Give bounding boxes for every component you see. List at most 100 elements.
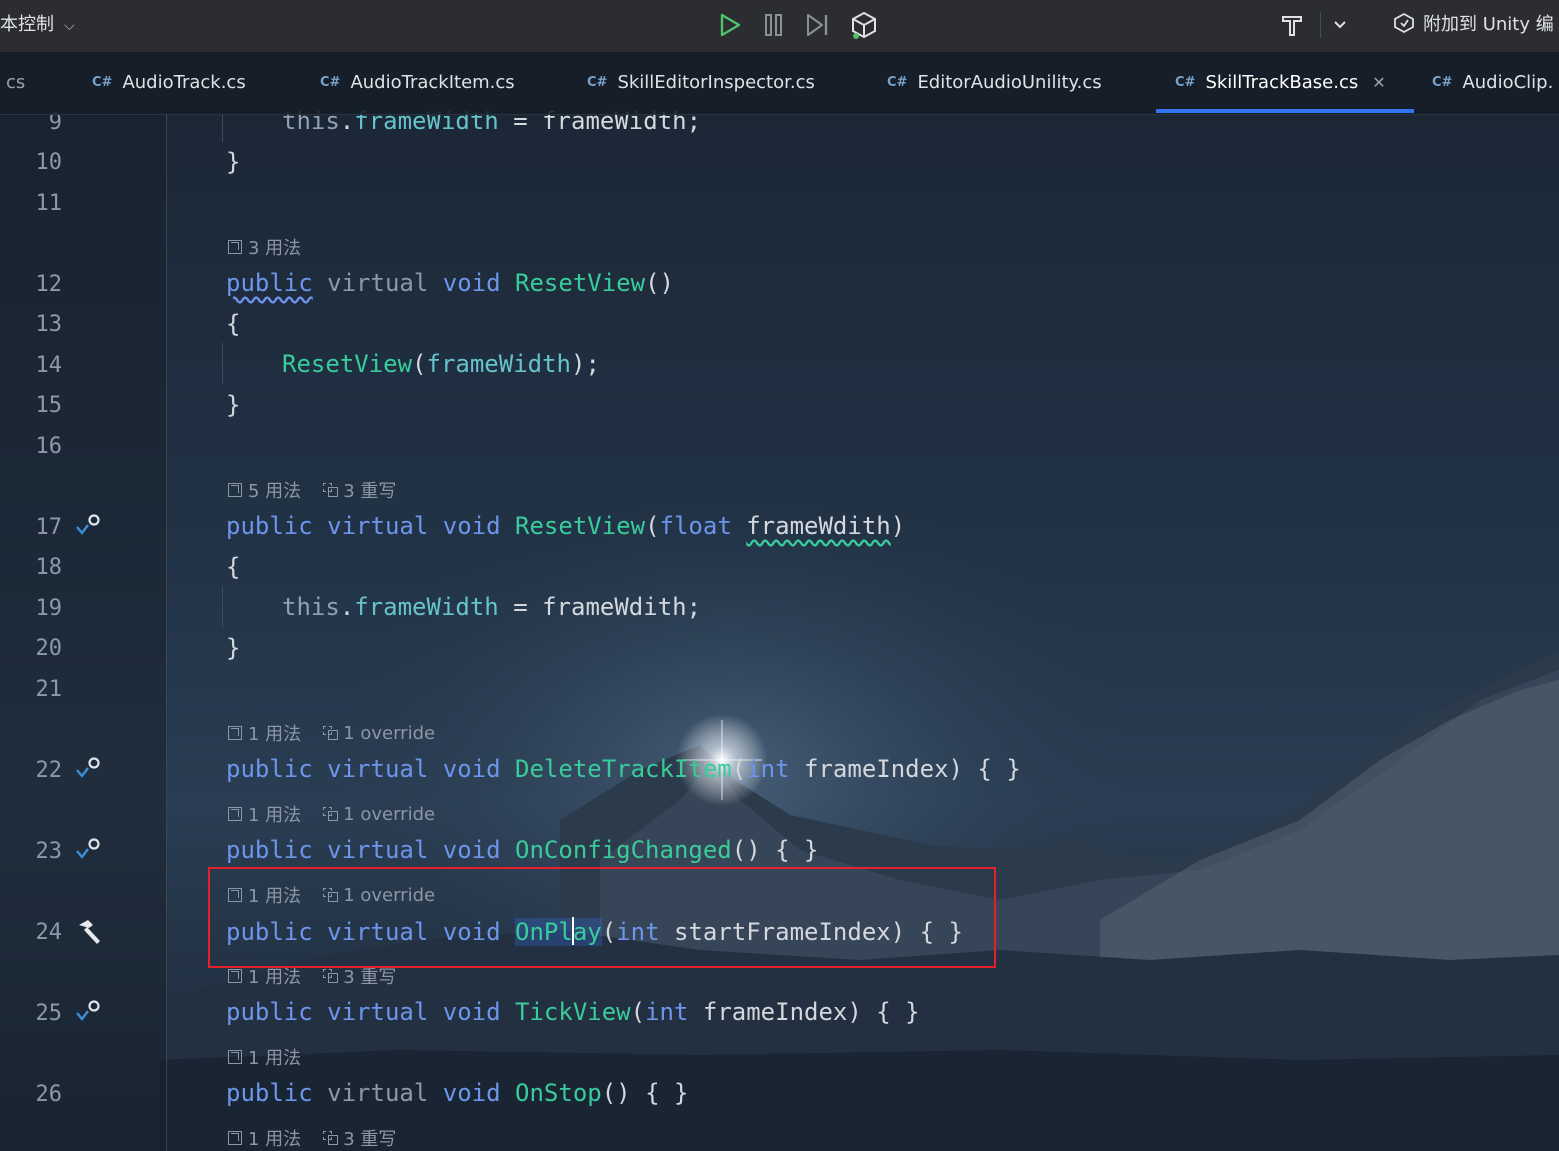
vcs-label: 本控制 [0, 14, 54, 35]
indent-guide [222, 586, 223, 628]
usages-icon [228, 726, 242, 740]
usages-hint[interactable]: 1 用法 1 override [228, 801, 435, 827]
overridden-method-icon[interactable] [74, 511, 104, 541]
config-dropdown-button[interactable] [1322, 7, 1358, 43]
line-number: 18 [35, 555, 63, 580]
attach-label: 附加到 Unity 编 [1423, 14, 1554, 35]
tab-editoraudiounility[interactable]: C# EditorAudioUnility.cs [887, 72, 1102, 93]
line-number: 25 [35, 1001, 63, 1026]
csharp-file-icon: C# [887, 75, 908, 90]
tab-audioclip[interactable]: C# AudioClip. [1432, 72, 1553, 93]
code-line-25[interactable]: public virtual void TickView(int frameIn… [226, 998, 920, 1026]
csharp-file-icon: C# [587, 75, 608, 90]
tab-label: SkillTrackBase.cs [1205, 72, 1359, 93]
line-number: 22 [35, 758, 63, 783]
usages-icon [228, 483, 242, 497]
indent-guide [222, 114, 223, 142]
usages-hint[interactable]: 1 用法 3 重写 [228, 1125, 396, 1151]
line-number: 16 [35, 434, 63, 459]
code-line-22[interactable]: public virtual void DeleteTrackItem(int … [226, 755, 1021, 783]
hammer-t-icon [1282, 16, 1302, 36]
code-line-26[interactable]: public virtual void OnStop() { } [226, 1079, 688, 1107]
line-number: 13 [35, 312, 63, 337]
usages-icon [228, 807, 242, 821]
usages-hint[interactable]: 3 用法 [228, 234, 301, 260]
overrides-icon [323, 483, 339, 497]
usages-icon [228, 240, 242, 254]
code-line-19[interactable]: this.frameWidth = frameWdith; [282, 593, 701, 621]
usages-hint[interactable]: 1 用法 1 override [228, 720, 435, 746]
editor-tab-bar: cs C# AudioTrack.cs C# AudioTrackItem.cs C… [0, 52, 1559, 115]
close-icon[interactable]: ✕ [1372, 73, 1385, 92]
hammer-icon[interactable] [74, 917, 104, 947]
run-button[interactable] [712, 7, 748, 43]
tab-label: AudioClip. [1462, 72, 1554, 93]
code-line-23[interactable]: public virtual void OnConfigChanged() { … [226, 836, 818, 864]
tab-label: AudioTrackItem.cs [350, 72, 515, 93]
tab-cs-partial[interactable]: cs [6, 72, 25, 93]
step-icon [807, 14, 828, 36]
line-number: 24 [35, 920, 63, 945]
tab-label: SkillEditorInspector.cs [617, 72, 815, 93]
build-config-button[interactable] [1274, 7, 1310, 43]
code-line-12[interactable]: public virtual void ResetView() [226, 269, 674, 297]
line-number: 14 [35, 353, 63, 378]
code-line-17[interactable]: public virtual void ResetView(float fram… [226, 512, 905, 540]
gutter-divider [166, 114, 167, 1151]
tab-audiotrack[interactable]: C# AudioTrack.cs [92, 72, 246, 93]
code-line-13[interactable]: { [226, 310, 240, 338]
usages-icon [228, 1050, 242, 1064]
unity-icon [852, 11, 876, 39]
overrides-icon [323, 726, 339, 740]
line-number: 12 [35, 272, 63, 297]
line-number: 26 [35, 1082, 63, 1107]
main-toolbar: 本控制 ⌵ 附加到 Unity 编 [0, 0, 1559, 52]
unity-debug-button[interactable] [846, 7, 882, 43]
chevron-down-icon [1334, 21, 1346, 29]
code-line-20[interactable]: } [226, 634, 240, 662]
code-line-15[interactable]: } [226, 391, 240, 419]
code-line-14[interactable]: ResetView(frameWidth); [282, 350, 600, 378]
line-number: 15 [35, 393, 63, 418]
step-button[interactable] [800, 7, 836, 43]
attach-to-unity-button[interactable]: 附加到 Unity 编 [1393, 10, 1554, 36]
usages-icon [228, 1131, 242, 1145]
pause-icon [765, 14, 782, 36]
tab-skilleditorinspector[interactable]: C# SkillEditorInspector.cs [587, 72, 815, 93]
usages-hint[interactable]: 5 用法 3 重写 [228, 477, 396, 503]
overridden-method-icon[interactable] [74, 754, 104, 784]
usages-icon [228, 969, 242, 983]
overrides-icon [323, 807, 339, 821]
usages-hint[interactable]: 1 用法 [228, 1044, 301, 1070]
csharp-file-icon: C# [320, 75, 341, 90]
line-number: 17 [35, 515, 63, 540]
overrides-icon [323, 969, 339, 983]
line-number: 20 [35, 636, 63, 661]
vcs-menu[interactable]: 本控制 ⌵ [0, 10, 75, 36]
overridden-method-icon[interactable] [74, 835, 104, 865]
pause-button[interactable] [756, 7, 792, 43]
indent-guide [222, 343, 223, 385]
highlight-annotation-box [208, 867, 996, 968]
active-tab-indicator [1156, 109, 1414, 113]
overrides-icon [323, 1131, 339, 1145]
toolbar-separator [1320, 12, 1321, 38]
csharp-file-icon: C# [1432, 75, 1453, 90]
attach-icon [1394, 12, 1414, 34]
tab-label: EditorAudioUnility.cs [917, 72, 1102, 93]
line-number: 10 [35, 150, 63, 175]
code-line-10[interactable]: } [226, 148, 240, 176]
play-icon [720, 13, 741, 37]
chevron-down-icon: ⌵ [64, 18, 75, 34]
csharp-file-icon: C# [92, 75, 113, 90]
line-number: 23 [35, 839, 63, 864]
tab-audiotrackitem[interactable]: C# AudioTrackItem.cs [320, 72, 515, 93]
overridden-method-icon[interactable] [74, 997, 104, 1027]
line-number: 19 [35, 596, 63, 621]
csharp-file-icon: C# [1175, 75, 1196, 90]
line-number: 21 [35, 677, 63, 702]
line-number: 11 [35, 191, 63, 216]
code-line-18[interactable]: { [226, 553, 240, 581]
tab-skilltrackbase[interactable]: C# SkillTrackBase.cs ✕ [1175, 72, 1386, 93]
tab-label: cs [6, 72, 26, 93]
